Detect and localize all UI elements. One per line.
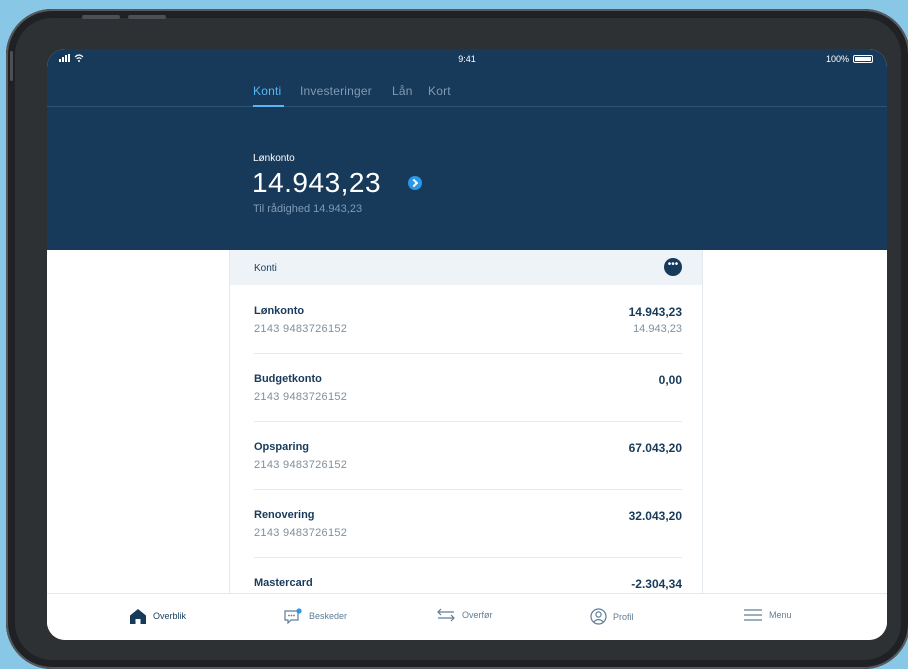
tab-konti[interactable]: Konti <box>253 84 281 98</box>
nav-profil[interactable]: Profil <box>590 608 634 625</box>
account-row[interactable]: Lønkonto 2143 9483726152 14.943,23 14.94… <box>254 285 682 354</box>
account-row[interactable]: Renovering 2143 9483726152 32.043,20 <box>254 489 682 558</box>
nav-overfor[interactable]: Overfør <box>436 608 493 622</box>
battery-icon <box>853 55 873 63</box>
account-balance: 32.043,20 <box>628 509 682 523</box>
accounts-card: Konti ••• Lønkonto 2143 9483726152 14.94… <box>229 250 703 593</box>
more-options-icon[interactable]: ••• <box>664 258 682 276</box>
nav-label: Profil <box>613 611 634 622</box>
account-row[interactable]: Mastercard -2.304,34 <box>254 557 682 593</box>
account-available: 14.943,23 <box>633 323 682 335</box>
tab-investeringer[interactable]: Investeringer <box>300 84 372 98</box>
bottom-navigation: Overblik Beskeder Overfør Profil Menu <box>47 593 887 640</box>
card-header: Konti ••• <box>230 250 702 285</box>
nav-beskeder[interactable]: Beskeder <box>283 608 347 624</box>
account-balance: 67.043,20 <box>628 441 682 455</box>
account-balance: 0,00 <box>658 373 682 387</box>
hero-available: Til rådighed 14.943,23 <box>253 203 363 215</box>
menu-icon <box>744 609 762 621</box>
account-row[interactable]: Opsparing 2143 9483726152 67.043,20 <box>254 421 682 490</box>
app-screen: 9:41 100% Konti Investeringer Lån Kort L… <box>47 49 887 640</box>
side-button <box>10 51 13 81</box>
tab-lan[interactable]: Lån <box>392 84 413 98</box>
account-row[interactable]: Budgetkonto 2143 9483726152 0,00 <box>254 353 682 422</box>
account-balance: -2.304,34 <box>631 577 682 591</box>
profile-icon <box>590 608 607 625</box>
account-name: Renovering <box>254 509 315 521</box>
status-bar: 9:41 100% <box>47 49 887 69</box>
account-number: 2143 9483726152 <box>254 391 348 403</box>
card-title: Konti <box>254 263 277 274</box>
volume-button <box>82 15 120 19</box>
hero-account-label: Lønkonto <box>253 153 295 164</box>
account-name: Mastercard <box>254 577 313 589</box>
nav-overblik[interactable]: Overblik <box>129 608 186 624</box>
status-time: 9:41 <box>458 54 476 64</box>
nav-label: Overfør <box>462 610 493 620</box>
account-number: 2143 9483726152 <box>254 323 348 335</box>
hero-balance: 14.943,23 <box>252 167 382 198</box>
nav-menu[interactable]: Menu <box>743 608 792 622</box>
account-balance: 14.943,23 <box>628 305 682 319</box>
tab-kort[interactable]: Kort <box>428 84 451 98</box>
account-name: Budgetkonto <box>254 373 322 385</box>
battery-group: 100% <box>826 54 873 64</box>
account-summary: Lønkonto 14.943,23 Til rådighed 14.943,2… <box>47 107 887 250</box>
transfer-icon <box>437 608 455 622</box>
battery-percent: 100% <box>825 54 849 64</box>
account-number: 2143 9483726152 <box>254 459 348 471</box>
nav-label: Overblik <box>153 611 187 621</box>
account-number: 2143 9483726152 <box>254 527 348 539</box>
tablet-device: 9:41 100% Konti Investeringer Lån Kort L… <box>6 9 908 669</box>
top-tab-bar: Konti Investeringer Lån Kort <box>47 69 887 107</box>
account-name: Opsparing <box>254 441 310 453</box>
chevron-right-icon[interactable] <box>408 176 422 190</box>
account-name: Lønkonto <box>254 305 305 317</box>
nav-label: Beskeder <box>309 611 348 621</box>
home-icon <box>130 609 146 624</box>
message-icon <box>284 608 302 624</box>
power-button <box>128 15 166 19</box>
nav-label: Menu <box>769 610 792 620</box>
